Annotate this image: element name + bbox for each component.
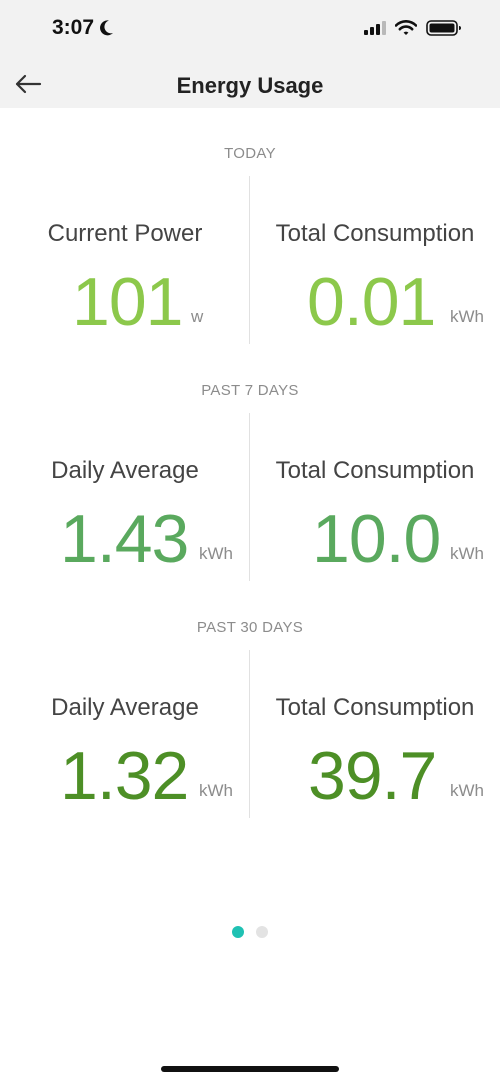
battery-icon — [426, 20, 461, 36]
home-indicator[interactable] — [161, 1066, 339, 1072]
metric-value: 39.7 — [308, 738, 437, 814]
metric-unit: w — [191, 307, 204, 326]
metric-label: Daily Average — [51, 694, 199, 721]
page-title: Energy Usage — [176, 73, 324, 98]
status-icons — [364, 20, 462, 36]
metric-value: 0.01 — [307, 264, 436, 340]
metric-total-consumption-30-days: Total Consumption 39.7 kWh — [250, 614, 500, 824]
metric-label: Daily Average — [51, 457, 199, 484]
metric-unit: kWh — [450, 307, 484, 326]
page-dot-1[interactable] — [232, 926, 244, 938]
metric-unit: kWh — [450, 544, 484, 563]
metric-label: Total Consumption — [275, 220, 475, 247]
metric-unit: kWh — [199, 544, 233, 563]
status-bar: 3:07 — [0, 0, 500, 60]
metric-current-power: Current Power 101 w — [0, 140, 250, 350]
metric-label: Total Consumption — [275, 457, 475, 484]
page-indicator — [0, 926, 500, 938]
energy-usage-screen: 3:07 Energy Usage TODAY Current Power 10… — [0, 0, 500, 1082]
metric-unit: kWh — [450, 781, 484, 800]
metric-daily-average-7-days: Daily Average 1.43 kWh — [0, 377, 250, 587]
section-past-30-days: PAST 30 DAYS Daily Average 1.32 kWh Tota… — [0, 614, 500, 824]
metric-value: 10.0 — [312, 501, 441, 577]
status-time: 3:07 — [52, 16, 95, 39]
status-time-group: 3:07 — [52, 16, 114, 40]
moon-icon — [100, 20, 114, 36]
metric-total-consumption-7-days: Total Consumption 10.0 kWh — [250, 377, 500, 587]
metric-daily-average-30-days: Daily Average 1.32 kWh — [0, 614, 250, 824]
metric-total-consumption-today: Total Consumption 0.01 kWh — [250, 140, 500, 350]
section-today: TODAY Current Power 101 w Total Consumpt… — [0, 140, 500, 350]
metric-value: 101 — [72, 264, 183, 340]
page-dot-2[interactable] — [256, 926, 268, 938]
wifi-icon — [395, 20, 417, 35]
metric-value: 1.32 — [60, 738, 189, 814]
metric-label: Total Consumption — [275, 694, 475, 721]
metric-label: Current Power — [47, 220, 203, 247]
metric-unit: kWh — [199, 781, 233, 800]
metric-value: 1.43 — [60, 501, 189, 577]
nav-header: Energy Usage — [0, 60, 500, 108]
cellular-signal-icon — [364, 21, 386, 35]
section-past-7-days: PAST 7 DAYS Daily Average 1.43 kWh Total… — [0, 377, 500, 587]
